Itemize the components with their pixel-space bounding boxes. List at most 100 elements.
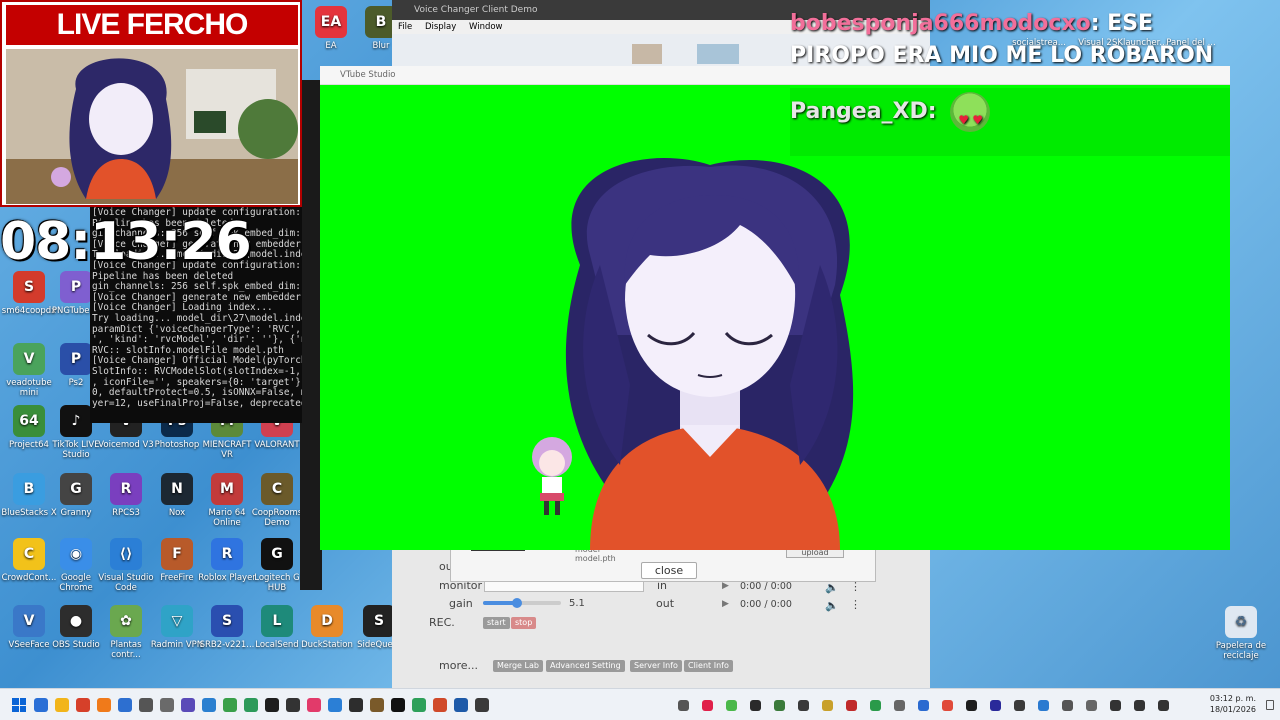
taskbar-app-icon[interactable] [349, 698, 363, 712]
tray-icon[interactable] [918, 700, 929, 711]
app-icon: C [261, 473, 293, 505]
webcam-overlay: LIVE FERCHO REACTION [0, 0, 302, 207]
tray-icon[interactable] [966, 700, 977, 711]
rec-start-button[interactable]: start [483, 617, 510, 629]
taskbar-clock[interactable]: 03:12 p. m. 18/01/2026 [1210, 693, 1256, 715]
desktop-icon-label: CoopRooms Demo [251, 508, 303, 528]
start-button[interactable] [12, 698, 26, 712]
taskbar-app-icon[interactable] [160, 698, 174, 712]
client-info-button[interactable]: Client Info [684, 660, 733, 672]
out-play-icon[interactable]: ▶ [722, 599, 729, 609]
menu-file[interactable]: File [398, 22, 412, 32]
taskbar-app-icon[interactable] [244, 698, 258, 712]
app-icon: ✿ [110, 605, 142, 637]
taskbar-app-icon[interactable] [76, 698, 90, 712]
webcam-feed [6, 49, 298, 204]
desktop-icon[interactable]: D DuckStation [298, 605, 356, 650]
tray-icon[interactable] [894, 700, 905, 711]
heart-eyes-emoji-icon: ♥ ♥ [950, 92, 991, 132]
out-more-icon[interactable]: ⋮ [850, 598, 861, 611]
desktop-icon-label: VALORANT [254, 440, 300, 450]
desktop-icon[interactable]: ⟨⟩ Visual Studio Code [97, 538, 155, 593]
tray-icon[interactable] [1086, 700, 1097, 711]
slot-thumbnail[interactable] [632, 44, 662, 64]
voice-changer-title: Voice Changer Client Demo [414, 5, 538, 15]
menu-window[interactable]: Window [469, 22, 503, 32]
tray-icon[interactable] [1014, 700, 1025, 711]
desktop-icon[interactable]: C CoopRooms Demo [248, 473, 306, 528]
tray-icon[interactable] [726, 700, 737, 711]
in-time: 0:00 / 0:00 [740, 581, 792, 592]
tray-icon[interactable] [1038, 700, 1049, 711]
app-icon: ▽ [161, 605, 193, 637]
chat-text: : [927, 99, 937, 124]
more-label[interactable]: more... [439, 659, 478, 672]
taskbar-app-icon[interactable] [433, 698, 447, 712]
rec-label: REC. [429, 616, 455, 629]
taskbar-app-icon[interactable] [265, 698, 279, 712]
taskbar-app-icon[interactable] [97, 698, 111, 712]
tray-icon[interactable] [1062, 700, 1073, 711]
tray-icon[interactable] [1158, 700, 1169, 711]
dialog-close-button[interactable]: close [641, 562, 697, 579]
taskbar-app-icon[interactable] [34, 698, 48, 712]
recycle-bin-label: Papelera de reciclaje [1215, 641, 1267, 661]
taskbar-app-icon[interactable] [181, 698, 195, 712]
desktop-icon[interactable]: ✿ Plantas contr... [97, 605, 155, 660]
server-info-button[interactable]: Server Info [630, 660, 682, 672]
tray-icon[interactable] [750, 700, 761, 711]
taskbar-app-icon[interactable] [139, 698, 153, 712]
tray-icon[interactable] [822, 700, 833, 711]
taskbar-app-icon[interactable] [412, 698, 426, 712]
gain-slider-thumb[interactable] [511, 598, 522, 608]
dark-window-strip [300, 80, 322, 590]
in-volume-icon[interactable]: 🔈 [825, 581, 839, 594]
out-volume-icon[interactable]: 🔈 [825, 599, 839, 612]
taskbar-app-icon[interactable] [55, 698, 69, 712]
taskbar-app-icon[interactable] [202, 698, 216, 712]
app-icon: ● [60, 605, 92, 637]
chibi-character [532, 437, 572, 515]
advanced-setting-button[interactable]: Advanced Setting [546, 660, 625, 672]
tray-icon[interactable] [846, 700, 857, 711]
vtube-studio-title: VTube Studio [340, 70, 396, 80]
in-play-icon[interactable]: ▶ [722, 581, 729, 591]
tray-icon[interactable] [870, 700, 881, 711]
console-line: SlotInfo:: RVCModelSlot(slotIndex=-1, [92, 365, 301, 377]
desktop-icon[interactable]: R RPCS3 [97, 473, 155, 518]
tray-icon[interactable] [798, 700, 809, 711]
taskbar-app-icon[interactable] [118, 698, 132, 712]
gain-label: gain [449, 597, 473, 610]
out-label: out [656, 597, 675, 610]
taskbar-app-icon[interactable] [475, 698, 489, 712]
tray-icon[interactable] [1110, 700, 1121, 711]
tray-icon[interactable] [774, 700, 785, 711]
notification-bell-icon[interactable] [1266, 700, 1274, 710]
tray-icon[interactable] [1134, 700, 1145, 711]
tray-icon[interactable] [702, 700, 713, 711]
taskbar-app-icon[interactable] [454, 698, 468, 712]
taskbar: 03:12 p. m. 18/01/2026 [0, 688, 1280, 720]
chat-text: : ESE [1090, 11, 1154, 36]
taskbar-app-icon[interactable] [391, 698, 405, 712]
app-icon: B [13, 473, 45, 505]
tray-icon[interactable] [942, 700, 953, 711]
taskbar-app-icon[interactable] [286, 698, 300, 712]
menu-display[interactable]: Display [425, 22, 456, 32]
rec-stop-button[interactable]: stop [511, 617, 537, 629]
tray-icon[interactable] [678, 700, 689, 711]
gain-value: 5.1 [569, 598, 585, 609]
taskbar-app-icon[interactable] [370, 698, 384, 712]
tray-icon[interactable] [990, 700, 1001, 711]
taskbar-app-icon[interactable] [223, 698, 237, 712]
taskbar-app-icon[interactable] [307, 698, 321, 712]
stream-title: LIVE FERCHO REACTION [6, 5, 298, 81]
taskbar-app-icon[interactable] [328, 698, 342, 712]
desktop-icon[interactable]: G Logitech G HUB [248, 538, 306, 593]
console-line: Try loading... model_dir\27\model.index [92, 312, 302, 324]
recycle-bin[interactable]: ♻ Papelera de reciclaje [1212, 606, 1270, 661]
gain-slider[interactable] [483, 598, 561, 608]
slot-thumbnail[interactable] [697, 44, 739, 64]
app-icon: EA [315, 6, 347, 38]
merge-lab-button[interactable]: Merge Lab [493, 660, 543, 672]
